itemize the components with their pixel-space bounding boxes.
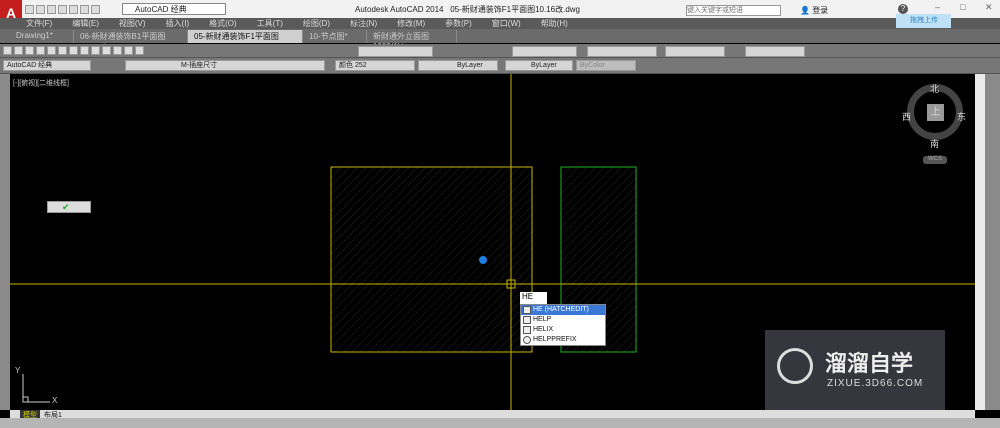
menu-dimension[interactable]: 标注(N) — [350, 18, 377, 29]
open-icon[interactable] — [14, 46, 23, 55]
menu-view[interactable]: 视图(V) — [119, 18, 146, 29]
ucs-x-label: X — [52, 396, 58, 405]
standard-toolbar — [0, 44, 1000, 58]
watermark-url: ZIXUE.3D66.COM — [827, 378, 924, 389]
linetype-select[interactable]: ByLayer — [418, 60, 498, 71]
autocomplete-list: HE (HATCHEDIT) HELP HELIX HELPPREFIX — [520, 304, 606, 346]
ucs-icon — [22, 374, 50, 403]
save-icon[interactable] — [25, 46, 34, 55]
file-tabs: Drawing1* 06-新财通装饰B1平面图10.16改* 05-新财通装饰F… — [0, 29, 1000, 52]
plotstyle-select[interactable]: ByColor — [576, 60, 636, 71]
paste-icon[interactable] — [80, 46, 89, 55]
minimize-button[interactable]: – — [935, 2, 940, 12]
new-icon[interactable] — [3, 46, 12, 55]
properties-icon[interactable] — [124, 46, 133, 55]
menu-file[interactable]: 文件(F) — [26, 18, 52, 29]
watermark-logo-icon — [777, 348, 813, 384]
menu-tools[interactable]: 工具(T) — [257, 18, 283, 29]
suggestion-helix[interactable]: HELIX — [521, 325, 605, 335]
undo-icon[interactable] — [80, 5, 89, 14]
menu-insert[interactable]: 插入(I) — [166, 18, 190, 29]
tab-06[interactable]: 06-新财通装饰B1平面图10.16改* — [74, 30, 188, 52]
compass-east[interactable]: 东 — [957, 110, 966, 123]
mleader-style-select[interactable] — [665, 46, 725, 57]
watermark: 溜溜自学 ZIXUE.3D66.COM — [765, 330, 945, 410]
help-icon[interactable] — [135, 46, 144, 55]
dim-style-select[interactable] — [512, 46, 577, 57]
properties-toolbar: AutoCAD 经典 M-插座尺寸 颜色 252 ByLayer ByLayer… — [0, 58, 1000, 74]
maximize-button[interactable]: □ — [960, 2, 965, 12]
color-select[interactable]: 颜色 252 — [335, 60, 415, 71]
status-bar — [0, 418, 1000, 428]
layer-select[interactable]: M-插座尺寸 — [125, 60, 325, 71]
print-icon[interactable] — [69, 5, 78, 14]
suggestion-helpprefix[interactable]: HELPPREFIX — [521, 335, 605, 345]
text-style-select[interactable] — [358, 46, 433, 57]
vertical-scrollbar[interactable] — [975, 74, 985, 410]
ucs-y-label: Y — [15, 366, 21, 375]
compass-south[interactable]: 南 — [930, 137, 939, 150]
print-icon[interactable] — [36, 46, 45, 55]
table-style-select[interactable] — [587, 46, 657, 57]
suggestion-hatchedit[interactable]: HE (HATCHEDIT) — [521, 305, 605, 315]
close-button[interactable]: ✕ — [985, 2, 993, 13]
search-input[interactable] — [686, 5, 781, 16]
save-icon[interactable] — [47, 5, 56, 14]
menu-modify[interactable]: 修改(M) — [397, 18, 425, 29]
redo-icon[interactable] — [91, 5, 100, 14]
window-title: Autodesk AutoCAD 2014 05-新财通装饰F1平面图10.16… — [355, 5, 581, 14]
layout-tab-bar: 模型 布局1 — [10, 410, 975, 420]
menu-bar: 文件(F) 编辑(E) 视图(V) 插入(I) 格式(O) 工具(T) 绘图(D) 标注(N)… — [0, 18, 1000, 29]
quick-access-toolbar — [24, 3, 101, 16]
tab-elevation[interactable]: 新财通外立面图1009(1)* — [367, 30, 457, 51]
pan-icon[interactable] — [102, 46, 111, 55]
preview-icon[interactable] — [47, 46, 56, 55]
tab-10[interactable]: 10-节点图* — [303, 30, 367, 43]
open-icon[interactable] — [36, 5, 45, 14]
tab-05[interactable]: 05-新财通装饰F1平面图10.16改* — [188, 30, 303, 52]
grip-point — [479, 256, 487, 264]
watermark-name: 溜溜自学 — [825, 351, 914, 376]
workspace-combo[interactable]: AutoCAD 经典 — [3, 60, 91, 71]
lineweight-select[interactable]: ByLayer — [505, 60, 573, 71]
suggestion-help[interactable]: HELP — [521, 315, 605, 325]
saveas-icon[interactable] — [58, 5, 67, 14]
undo-icon[interactable] — [91, 46, 100, 55]
new-icon[interactable] — [25, 5, 34, 14]
command-input[interactable]: HE — [520, 292, 547, 304]
hatch-yellow — [330, 166, 533, 353]
menu-format[interactable]: 格式(O) — [209, 18, 237, 29]
login-button[interactable]: 👤 登录 — [800, 5, 828, 16]
drawing-canvas[interactable]: [-][俯视][二维线框] Y X ✔ 上 北 南 西 东 WCS HE HE … — [10, 74, 975, 410]
upload-button[interactable]: 拖拽上传 — [896, 14, 951, 28]
menu-window[interactable]: 窗口(W) — [492, 18, 521, 29]
copy-icon[interactable] — [69, 46, 78, 55]
viewcube-top[interactable]: 上 — [927, 104, 944, 121]
multileader-select[interactable] — [745, 46, 805, 57]
check-icon[interactable]: ✔ — [62, 202, 70, 212]
title-bar: A AutoCAD 经典 Autodesk AutoCAD 2014 05-新财… — [0, 0, 1000, 29]
help-icon[interactable]: ? — [898, 4, 908, 14]
floating-toolbar[interactable]: ✔ — [47, 201, 91, 213]
tab-drawing1[interactable]: Drawing1* — [10, 30, 74, 43]
draw-toolbar[interactable] — [0, 74, 10, 410]
menu-parametric[interactable]: 参数(P) — [445, 18, 472, 29]
compass-north[interactable]: 北 — [930, 82, 939, 95]
compass-west[interactable]: 西 — [902, 110, 911, 123]
zoom-icon[interactable] — [113, 46, 122, 55]
modify-toolbar[interactable] — [985, 74, 1000, 410]
menu-edit[interactable]: 编辑(E) — [72, 18, 99, 29]
workspace-select[interactable]: AutoCAD 经典 — [122, 3, 226, 15]
menu-draw[interactable]: 绘图(D) — [303, 18, 330, 29]
menu-help[interactable]: 帮助(H) — [541, 18, 568, 29]
layer-name: M-插座尺寸 — [181, 62, 218, 69]
wcs-menu[interactable]: WCS — [923, 156, 947, 164]
cut-icon[interactable] — [58, 46, 67, 55]
